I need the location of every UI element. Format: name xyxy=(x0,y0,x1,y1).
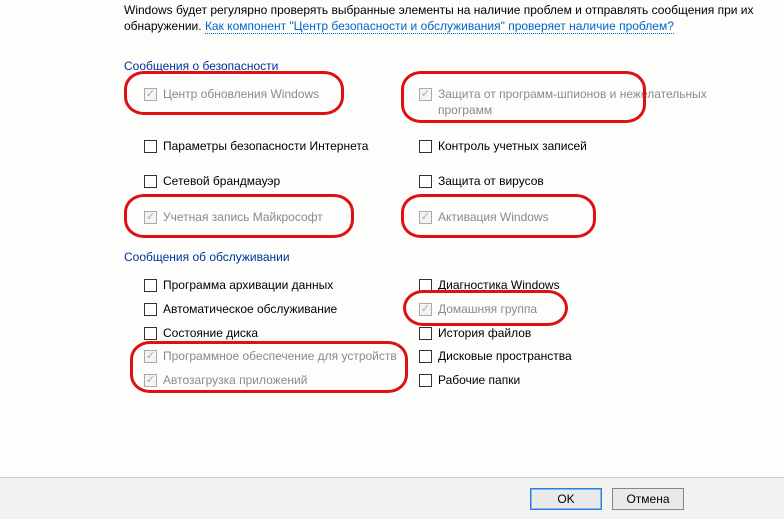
checkbox-virus[interactable] xyxy=(419,175,432,188)
label-homegroup: Домашняя группа xyxy=(438,302,537,318)
label-file-history: История файлов xyxy=(438,326,531,342)
label-virus: Защита от вирусов xyxy=(438,174,544,190)
label-activation: Активация Windows xyxy=(438,210,549,226)
label-spyware: Защита от программ-шпионов и нежелательн… xyxy=(438,87,709,118)
label-windows-update: Центр обновления Windows xyxy=(163,87,319,103)
checkbox-spyware: ✓ xyxy=(419,88,432,101)
button-bar: OK Отмена xyxy=(0,477,784,519)
label-inet-security: Параметры безопасности Интернета xyxy=(163,139,368,155)
settings-panel: Windows будет регулярно проверять выбран… xyxy=(0,2,784,388)
maintenance-options: Программа архивации данных Диагностика W… xyxy=(124,278,764,388)
checkbox-homegroup: ✓ xyxy=(419,303,432,316)
ok-button[interactable]: OK xyxy=(530,488,602,510)
checkbox-auto-maint[interactable] xyxy=(144,303,157,316)
checkbox-backup[interactable] xyxy=(144,279,157,292)
label-work-folders: Рабочие папки xyxy=(438,373,520,389)
label-app-startup: Автозагрузка приложений xyxy=(163,373,307,389)
cancel-button[interactable]: Отмена xyxy=(612,488,684,510)
label-device-software: Программное обеспечение для устройств xyxy=(163,349,397,365)
checkbox-firewall[interactable] xyxy=(144,175,157,188)
checkbox-app-startup: ✓ xyxy=(144,374,157,387)
intro-help-link[interactable]: Как компонент "Центр безопасности и обсл… xyxy=(205,19,674,34)
label-ms-account: Учетная запись Майкрософт xyxy=(163,210,323,226)
label-win-diag: Диагностика Windows xyxy=(438,278,560,294)
section-title-maintenance: Сообщения об обслуживании xyxy=(124,250,764,264)
security-options: ✓ Центр обновления Windows ✓ Защита от п… xyxy=(124,87,764,225)
checkbox-windows-update: ✓ xyxy=(144,88,157,101)
checkbox-uac[interactable] xyxy=(419,140,432,153)
checkbox-work-folders[interactable] xyxy=(419,374,432,387)
checkbox-storage-spaces[interactable] xyxy=(419,350,432,363)
intro-text: Windows будет регулярно проверять выбран… xyxy=(124,2,764,34)
label-backup: Программа архивации данных xyxy=(163,278,333,294)
checkbox-disk-state[interactable] xyxy=(144,327,157,340)
checkbox-file-history[interactable] xyxy=(419,327,432,340)
checkbox-ms-account: ✓ xyxy=(144,211,157,224)
checkbox-activation: ✓ xyxy=(419,211,432,224)
section-title-security: Сообщения о безопасности xyxy=(124,59,764,73)
label-firewall: Сетевой брандмауэр xyxy=(163,174,280,190)
checkbox-inet-security[interactable] xyxy=(144,140,157,153)
label-disk-state: Состояние диска xyxy=(163,326,258,342)
checkbox-win-diag[interactable] xyxy=(419,279,432,292)
label-uac: Контроль учетных записей xyxy=(438,139,587,155)
label-auto-maint: Автоматическое обслуживание xyxy=(163,302,337,318)
checkbox-device-software: ✓ xyxy=(144,350,157,363)
label-storage-spaces: Дисковые пространства xyxy=(438,349,572,365)
